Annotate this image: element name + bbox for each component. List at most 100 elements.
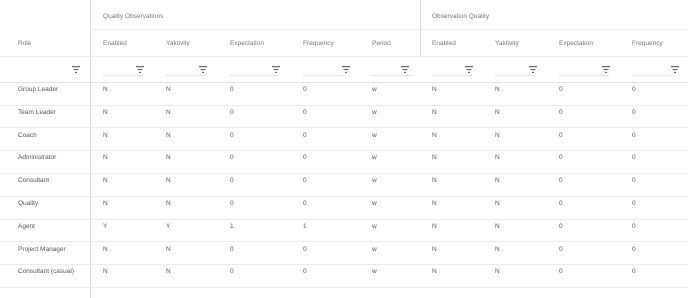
cell-oq-expectation: 0	[559, 131, 563, 139]
cell-qo-frequency: 0	[303, 108, 307, 116]
filter-icon[interactable]	[72, 66, 80, 73]
cell-qo-period: w	[372, 245, 377, 253]
column-header-qo-frequency[interactable]: Frequency	[303, 40, 334, 47]
cell-oq-yaktivity: N	[495, 86, 500, 93]
filter-input-oq-frequency[interactable]	[632, 65, 672, 76]
group-divider	[420, 0, 421, 56]
cell-oq-enabled: N	[432, 86, 437, 93]
cell-qo-enabled: N	[103, 200, 108, 207]
cell-qo-yaktivity: N	[166, 268, 171, 276]
group-header-divider	[90, 29, 688, 30]
cell-oq-enabled: N	[432, 245, 437, 253]
cell-qo-frequency: 0	[303, 131, 307, 139]
group-header-observation-quality: Observation Quality	[432, 13, 490, 20]
cell-role: Project Manager	[18, 245, 66, 253]
cell-oq-expectation: 0	[559, 268, 563, 276]
cell-qo-yaktivity: N	[166, 108, 171, 116]
cell-qo-period: w	[372, 222, 377, 230]
cell-qo-expectation: 0	[230, 86, 234, 93]
cell-qo-enabled: N	[103, 86, 108, 93]
row-divider	[0, 286, 688, 288]
cell-oq-yaktivity: N	[495, 154, 500, 162]
filter-row-divider	[0, 82, 688, 83]
cell-qo-period: w	[372, 131, 377, 139]
row-divider	[0, 264, 688, 266]
cell-qo-expectation: 0	[230, 154, 234, 162]
cell-oq-frequency: 0	[632, 131, 636, 139]
filter-icon[interactable]	[671, 66, 679, 73]
cell-oq-frequency: 0	[632, 177, 636, 185]
row-divider	[0, 195, 688, 197]
column-header-qo-enabled[interactable]: Enabled	[103, 40, 127, 47]
cell-qo-enabled: N	[103, 268, 108, 276]
cell-qo-enabled: Y	[103, 222, 108, 230]
row-divider	[0, 104, 688, 106]
filter-icon[interactable]	[602, 66, 610, 73]
group-header-quality-observations: Quality Observations	[103, 13, 164, 20]
filter-icon[interactable]	[136, 66, 144, 73]
cell-qo-yaktivity: N	[166, 154, 171, 162]
row-divider	[0, 150, 688, 152]
cell-oq-frequency: 0	[632, 200, 636, 207]
cell-qo-period: w	[372, 177, 377, 185]
cell-qo-period: w	[372, 154, 377, 162]
cell-qo-enabled: N	[103, 108, 108, 116]
cell-qo-expectation: 0	[230, 268, 234, 276]
cell-role: Team Leader	[18, 108, 56, 116]
filter-icon[interactable]	[401, 66, 409, 73]
cell-qo-frequency: 0	[303, 268, 307, 276]
cell-qo-period: w	[372, 200, 377, 207]
cell-oq-frequency: 0	[632, 154, 636, 162]
filter-icon[interactable]	[199, 66, 207, 73]
cell-oq-expectation: 0	[559, 108, 563, 116]
cell-role: Agent	[18, 222, 35, 230]
row-divider	[0, 218, 688, 220]
column-header-oq-yaktivity[interactable]: Yaktivity	[495, 40, 519, 47]
row-divider	[0, 241, 688, 243]
filter-input-qo-expectation[interactable]	[230, 65, 278, 76]
column-header-qo-yaktivity[interactable]: Yaktivity	[166, 40, 190, 47]
cell-oq-expectation: 0	[559, 245, 563, 253]
cell-role: Group Leader	[18, 86, 59, 93]
cell-oq-enabled: N	[432, 154, 437, 162]
cell-qo-enabled: N	[103, 245, 108, 253]
cell-qo-yaktivity: N	[166, 200, 171, 207]
cell-oq-enabled: N	[432, 177, 437, 185]
cell-oq-yaktivity: N	[495, 268, 500, 276]
cell-oq-enabled: N	[432, 222, 437, 230]
cell-role: Coach	[18, 131, 37, 139]
column-header-role[interactable]: Role	[18, 40, 31, 47]
cell-oq-frequency: 0	[632, 86, 636, 93]
cell-oq-enabled: N	[432, 268, 437, 276]
cell-qo-frequency: 0	[303, 154, 307, 162]
cell-qo-expectation: 0	[230, 177, 234, 185]
cell-role: Consultant	[18, 177, 50, 185]
row-divider	[0, 127, 688, 129]
filter-icon[interactable]	[465, 66, 473, 73]
column-header-oq-enabled[interactable]: Enabled	[432, 40, 456, 47]
cell-role: Quality	[18, 200, 39, 207]
filter-icon[interactable]	[342, 66, 350, 73]
cell-role: Consultant (casual)	[18, 268, 74, 276]
cell-qo-enabled: N	[103, 177, 108, 185]
column-header-qo-period[interactable]: Period	[372, 40, 391, 47]
column-header-qo-expectation[interactable]: Expectation	[230, 40, 264, 47]
column-header-oq-frequency[interactable]: Frequency	[632, 40, 663, 47]
cell-qo-period: w	[372, 108, 377, 116]
cell-qo-frequency: 1	[303, 222, 307, 230]
filter-icon[interactable]	[272, 66, 280, 73]
cell-qo-yaktivity: N	[166, 131, 171, 139]
cell-qo-frequency: 0	[303, 86, 307, 93]
cell-qo-frequency: 0	[303, 200, 307, 207]
cell-qo-yaktivity: N	[166, 86, 171, 93]
cell-qo-frequency: 0	[303, 177, 307, 185]
cell-oq-frequency: 0	[632, 268, 636, 276]
filter-icon[interactable]	[529, 66, 537, 73]
column-header-oq-expectation[interactable]: Expectation	[559, 40, 593, 47]
cell-oq-yaktivity: N	[495, 200, 500, 207]
cell-qo-yaktivity: N	[166, 245, 171, 253]
cell-qo-period: w	[372, 268, 377, 276]
cell-oq-yaktivity: N	[495, 131, 500, 139]
filter-input-qo-frequency[interactable]	[303, 65, 343, 76]
cell-role: Administrator	[18, 154, 57, 162]
